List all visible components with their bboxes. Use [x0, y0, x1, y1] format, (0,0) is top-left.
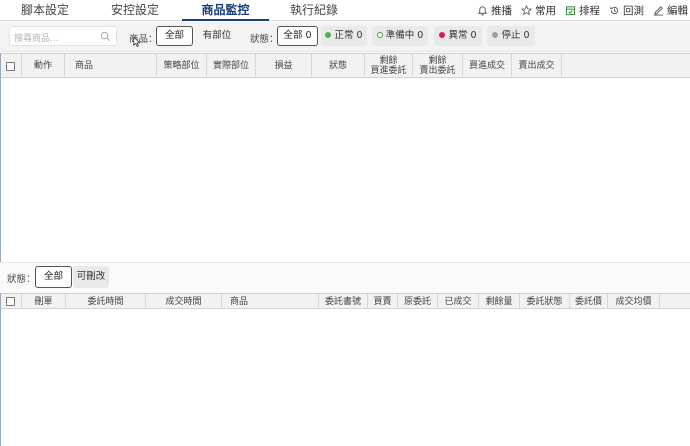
col-remaining-buy-line1: 剩餘	[379, 56, 398, 66]
calendar-icon	[565, 6, 576, 16]
edit-icon	[653, 6, 664, 16]
order-status-filter-bar: 狀態： 全部 可刪改	[0, 262, 690, 293]
col-pnl: 損益	[256, 54, 312, 78]
favorites-label: 常用	[535, 5, 556, 17]
mouse-cursor-icon	[133, 36, 141, 47]
col-side: 買賣	[368, 294, 398, 309]
star-icon	[521, 5, 532, 16]
filter-bar: 搜尋商品... 商品： 全部 有部位 狀態： 全部 0 正常 0 準備中 0 異…	[0, 22, 690, 52]
tab-execution-log[interactable]: 執行紀錄	[283, 2, 345, 21]
backtest-label: 回測	[623, 5, 644, 17]
search-input[interactable]: 搜尋商品...	[9, 26, 117, 46]
col-remaining-sell-orders: 剩餘 賣出委託	[413, 54, 463, 78]
status-abnormal-label: 異常 0	[448, 30, 477, 41]
orders-table-header: 刪單 委託時間 成交時間 商品 委託書號 買賣 原委託 已成交 剩餘量 委託狀態…	[0, 293, 690, 309]
col-remaining-sell-line2: 賣出委託	[419, 66, 456, 76]
col-filled-qty: 已成交	[438, 294, 479, 309]
col-original-qty: 原委託	[398, 294, 438, 309]
col-avg-fill-price: 成交均價	[608, 294, 660, 309]
status-stopped-label: 停止 0	[501, 30, 530, 41]
order-status-label: 狀態：	[7, 274, 36, 285]
col-remaining-qty: 剩餘量	[479, 294, 520, 309]
col-sell-filled: 賣出成交	[512, 54, 562, 78]
status-filter-label: 狀態：	[250, 34, 279, 45]
tab-product-monitor[interactable]: 商品監控	[182, 2, 269, 21]
col-order-time: 委託時間	[66, 294, 146, 309]
orders-left-border	[0, 293, 1, 446]
col-order-number: 委託書號	[319, 294, 368, 309]
preparing-status-dot	[376, 32, 383, 38]
stopped-status-dot	[492, 32, 499, 38]
favorites-button[interactable]: 常用	[521, 3, 556, 18]
col-remaining-buy-orders: 剩餘 買進委託	[365, 54, 413, 78]
status-abnormal-button[interactable]: 異常 0	[434, 26, 482, 46]
push-button[interactable]: 推播	[477, 3, 512, 18]
bell-icon	[477, 6, 488, 16]
edit-label: 編輯	[667, 5, 688, 17]
backtest-button[interactable]: 回測	[609, 3, 644, 18]
select-all-checkbox-cell[interactable]	[0, 54, 22, 78]
col-remaining-sell-line1: 剩餘	[428, 56, 447, 66]
history-icon	[610, 6, 619, 15]
schedule-button[interactable]: 排程	[565, 3, 600, 18]
schedule-label: 排程	[579, 5, 600, 17]
col-product: 商品	[65, 54, 157, 78]
status-all-button[interactable]: 全部 0	[277, 26, 318, 46]
status-stopped-button[interactable]: 停止 0	[487, 26, 535, 46]
col-buy-filled: 買進成交	[463, 54, 512, 78]
col-order-product: 商品	[222, 294, 319, 309]
select-all-checkbox[interactable]	[6, 61, 15, 71]
push-label: 推播	[491, 5, 512, 17]
panel-left-border	[0, 53, 1, 262]
tab-script-settings[interactable]: 腳本設定	[14, 2, 76, 21]
status-normal-button[interactable]: 正常 0	[321, 26, 367, 46]
col-action: 動作	[22, 54, 65, 78]
toolbar-actions: 推播 常用 排程 回測 編輯	[477, 3, 688, 18]
search-icon	[100, 31, 110, 41]
monitor-table-header: 動作 商品 策略部位 實際部位 損益 狀態 剩餘 買進委託 剩餘 賣出委託 買進成交…	[0, 53, 690, 78]
col-remaining-buy-line2: 買進委託	[370, 66, 407, 76]
normal-status-dot	[325, 32, 332, 38]
status-preparing-label: 準備中 0	[385, 30, 424, 41]
col-order-status: 委託狀態	[520, 294, 570, 309]
orders-select-all-cell[interactable]	[0, 294, 22, 309]
abnormal-status-dot	[439, 32, 446, 38]
order-status-modifiable-button[interactable]: 可刪改	[73, 266, 109, 288]
col-status: 狀態	[312, 54, 365, 78]
product-has-position-button[interactable]: 有部位	[197, 26, 237, 46]
col-fill-time: 成交時間	[146, 294, 222, 309]
col-order-price: 委託價	[570, 294, 608, 309]
col-cancel-order: 刪單	[22, 294, 66, 309]
search-placeholder: 搜尋商品...	[14, 34, 59, 44]
status-preparing-button[interactable]: 準備中 0	[372, 26, 428, 46]
main-tabs: 腳本設定 安控設定 商品監控 執行紀錄 推播 常用 排程 回測 編輯	[0, 0, 690, 21]
product-all-button[interactable]: 全部	[156, 26, 193, 46]
col-actual-position: 實際部位	[207, 54, 256, 78]
order-status-all-button[interactable]: 全部	[35, 266, 72, 288]
status-normal-label: 正常 0	[334, 30, 363, 41]
col-strategy-position: 策略部位	[157, 54, 207, 78]
edit-button[interactable]: 編輯	[653, 3, 688, 18]
orders-select-all-checkbox[interactable]	[6, 297, 15, 306]
tab-risk-settings[interactable]: 安控設定	[105, 2, 165, 21]
